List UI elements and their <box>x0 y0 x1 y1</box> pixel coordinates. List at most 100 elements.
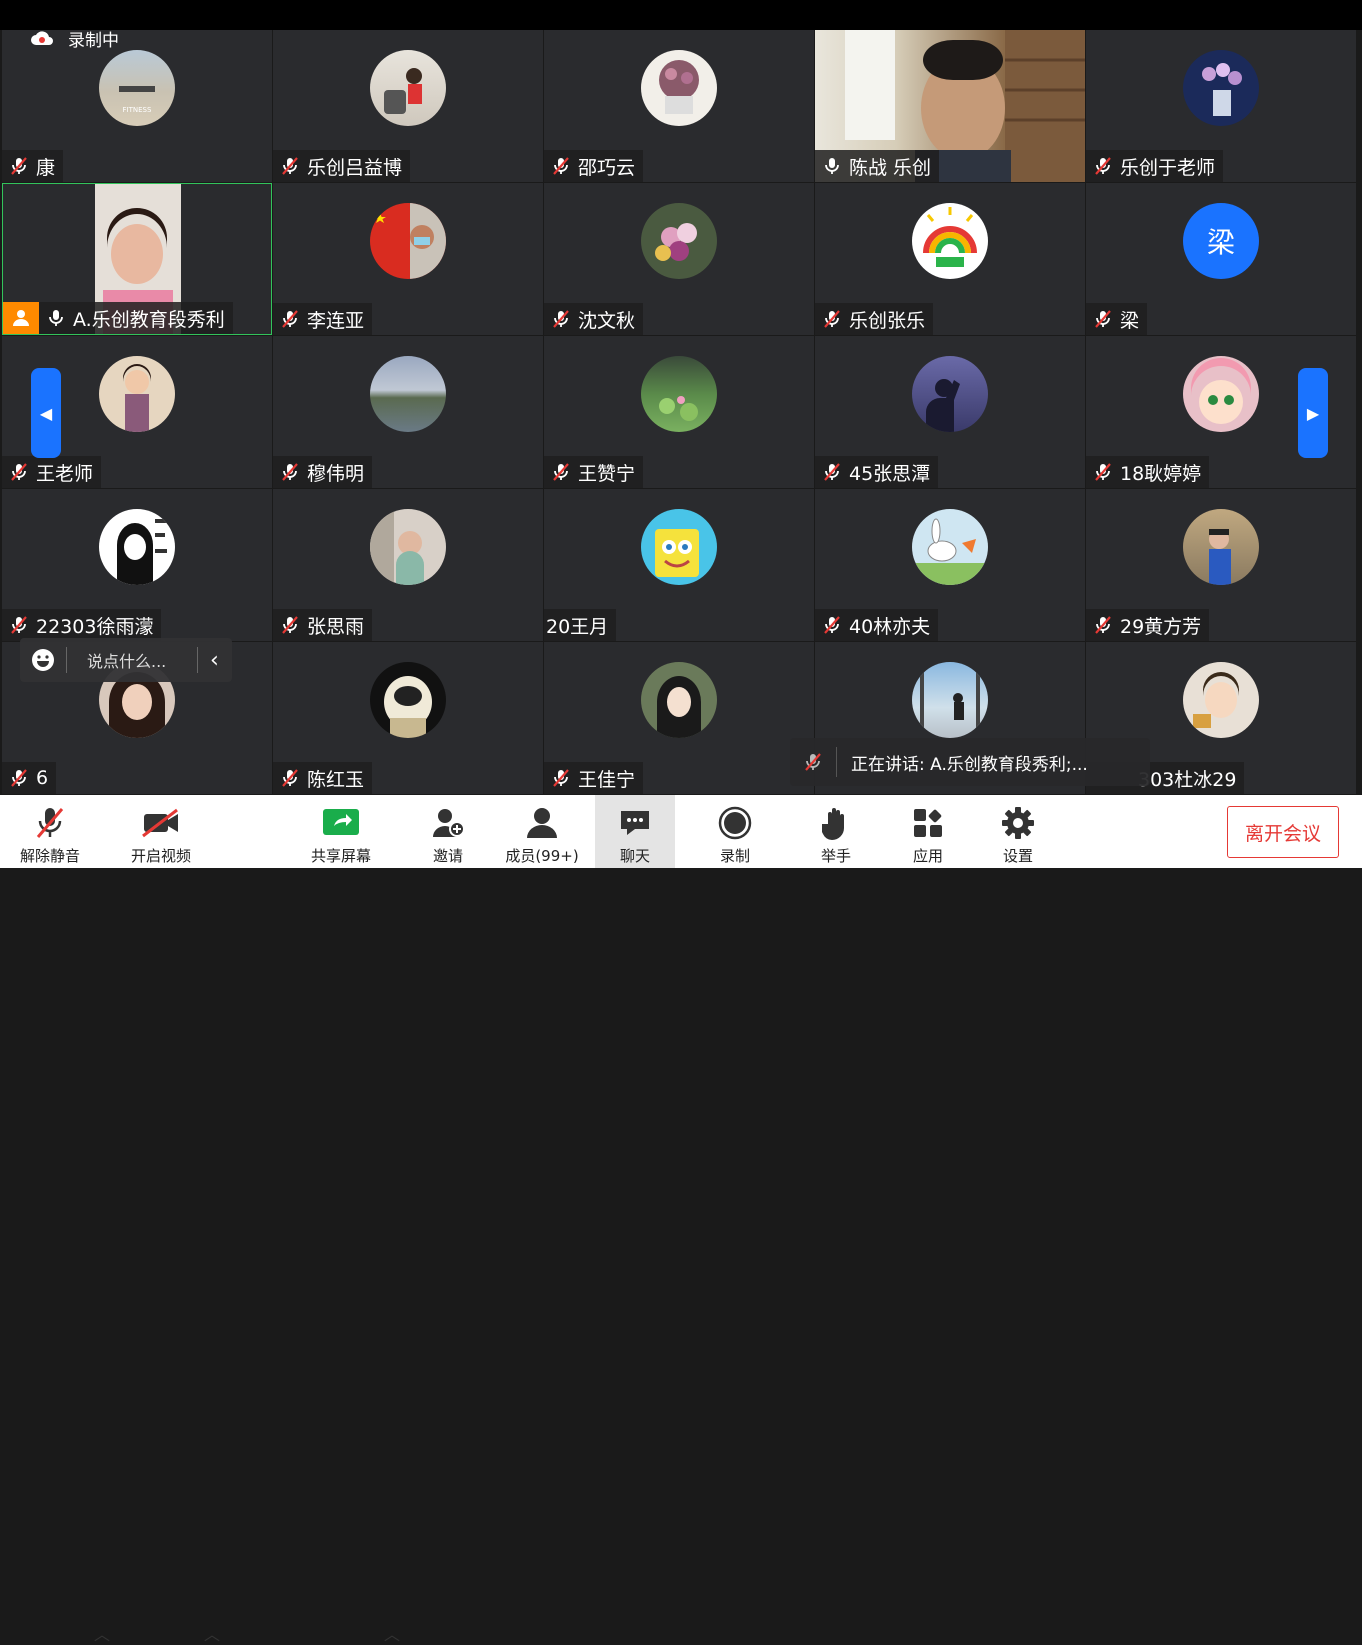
participant-tile[interactable]: 李连亚 <box>273 183 543 335</box>
participant-tile[interactable]: 王佳宁 <box>544 642 814 794</box>
participant-name: 王赞宁 <box>578 462 636 485</box>
participant-video-tile[interactable]: A.乐创教育段秀利 <box>2 183 272 335</box>
mic-muted-icon <box>1092 614 1114 636</box>
participant-tile[interactable]: 40林亦夫 <box>815 489 1085 641</box>
participant-nametag: 20王月 <box>544 609 617 641</box>
host-icon <box>3 302 39 334</box>
participant-nametag: 乐创吕益博 <box>273 150 411 182</box>
participant-nametag: 穆伟明 <box>273 456 373 488</box>
participant-tile[interactable]: 沈文秋 <box>544 183 814 335</box>
participant-tile[interactable]: 乐创于老师 <box>1086 30 1356 182</box>
participant-name: 29黄方芳 <box>1120 615 1202 638</box>
record-button[interactable]: 录制 <box>705 795 765 868</box>
invite-label: 邀请 <box>432 847 463 865</box>
raise-hand-button[interactable]: 举手 <box>806 795 866 868</box>
participant-tile[interactable]: 邵巧云 <box>544 30 814 182</box>
mic-muted-icon <box>35 803 65 843</box>
hand-icon <box>822 803 850 843</box>
participant-name: 乐创于老师 <box>1120 156 1216 179</box>
participant-tile[interactable]: 29黄方芳 <box>1086 489 1356 641</box>
participant-name: 梁 <box>1120 309 1140 332</box>
participant-nametag: 张思雨 <box>273 609 373 641</box>
settings-label: 设置 <box>1002 847 1033 865</box>
members-button[interactable]: 成员(99+) <box>500 795 584 868</box>
share-screen-label: 共享屏幕 <box>310 847 371 865</box>
avatar <box>370 50 446 126</box>
quick-chat-bar[interactable]: 说点什么... ‹ <box>20 638 232 682</box>
chevron-up-icon[interactable]: ︿ <box>204 1621 220 1645</box>
participant-tile[interactable]: 乐创吕益博 <box>273 30 543 182</box>
next-page-button[interactable]: ▶ <box>1298 368 1328 458</box>
participant-tile[interactable]: 20王月 <box>544 489 814 641</box>
participant-name: A.乐创教育段秀利 <box>73 308 225 331</box>
participant-tile[interactable]: 陈红玉 <box>273 642 543 794</box>
mic-muted-icon <box>821 461 843 483</box>
participant-nametag: 18耿婷婷 <box>1086 456 1210 488</box>
avatar <box>1183 509 1259 585</box>
recording-indicator: 录制中 <box>30 26 119 51</box>
window-top-bar <box>0 0 1362 30</box>
chat-label: 聊天 <box>619 847 650 865</box>
participant-name: 乐创张乐 <box>849 309 926 332</box>
participant-nametag: 29黄方芳 <box>1086 609 1210 641</box>
prev-page-button[interactable]: ◀ <box>31 368 61 458</box>
participant-name: 陈红玉 <box>307 768 365 791</box>
mic-muted-icon <box>279 767 301 789</box>
avatar: 梁 <box>1183 203 1259 279</box>
cloud-record-icon <box>30 30 54 46</box>
participant-name: 邵巧云 <box>578 156 636 179</box>
participant-nametag: 陈红玉 <box>273 762 373 794</box>
members-icon <box>525 803 559 843</box>
participant-name: 40林亦夫 <box>849 615 931 638</box>
svg-text:FITNESS: FITNESS <box>123 106 152 114</box>
participant-name: 18耿婷婷 <box>1120 462 1202 485</box>
members-label: 成员(99+) <box>505 847 579 865</box>
speaking-text: 正在讲话: A.乐创教育段秀利;... <box>851 754 1088 775</box>
participant-tile[interactable]: 穆伟明 <box>273 336 543 488</box>
chat-button[interactable]: 聊天 <box>595 795 675 868</box>
settings-button[interactable]: 设置 <box>988 795 1048 868</box>
record-icon <box>718 803 752 843</box>
participant-name: 康 <box>36 156 56 179</box>
chevron-right-icon: ▶ <box>1306 403 1320 423</box>
participant-tile[interactable]: 22303徐雨濛 <box>2 489 272 641</box>
participant-name: 22303徐雨濛 <box>36 615 154 638</box>
mic-muted-icon <box>8 155 30 177</box>
mic-muted-icon <box>279 614 301 636</box>
avatar <box>1183 662 1259 738</box>
participant-tile[interactable]: 45张思潭 <box>815 336 1085 488</box>
participant-nametag: 康 <box>2 150 64 182</box>
participant-name: 王老师 <box>36 462 94 485</box>
leave-meeting-button[interactable]: 离开会议 <box>1227 806 1339 858</box>
mic-muted-icon <box>1092 308 1114 330</box>
mic-icon <box>45 307 67 329</box>
avatar <box>99 356 175 432</box>
chevron-left-icon[interactable]: ‹ <box>198 648 219 673</box>
participant-nametag: 邵巧云 <box>544 150 644 182</box>
start-video-button[interactable]: 开启视频 <box>124 795 198 868</box>
apps-icon <box>912 803 944 843</box>
avatar <box>641 509 717 585</box>
chevron-up-icon[interactable]: ︿ <box>384 1621 400 1645</box>
participant-tile[interactable]: 梁 梁 <box>1086 183 1356 335</box>
participant-tile[interactable]: 张思雨 <box>273 489 543 641</box>
participant-name: 穆伟明 <box>307 462 365 485</box>
apps-button[interactable]: 应用 <box>898 795 958 868</box>
participant-name: 李连亚 <box>307 309 365 332</box>
participant-nametag: 22303徐雨濛 <box>2 609 162 641</box>
emoji-icon[interactable] <box>20 648 66 672</box>
unmute-button[interactable]: 解除静音 <box>14 795 86 868</box>
participant-nametag: 陈战 乐创 <box>815 150 940 182</box>
chat-input-placeholder[interactable]: 说点什么... <box>67 648 197 672</box>
participant-name: 303杜冰29 <box>1138 768 1237 791</box>
share-screen-icon <box>322 803 360 843</box>
participant-tile[interactable]: 王赞宁 <box>544 336 814 488</box>
invite-button[interactable]: 邀请 <box>418 795 478 868</box>
participant-video-tile[interactable]: 陈战 乐创 <box>815 30 1085 182</box>
participant-name: 6 <box>36 767 49 789</box>
participant-tile[interactable]: 乐创张乐 <box>815 183 1085 335</box>
participant-tile[interactable]: FITNESS 康 <box>2 30 272 182</box>
mic-muted-icon <box>550 767 572 789</box>
share-screen-button[interactable]: 共享屏幕 <box>304 795 378 868</box>
chevron-up-icon[interactable]: ︿ <box>94 1621 110 1645</box>
